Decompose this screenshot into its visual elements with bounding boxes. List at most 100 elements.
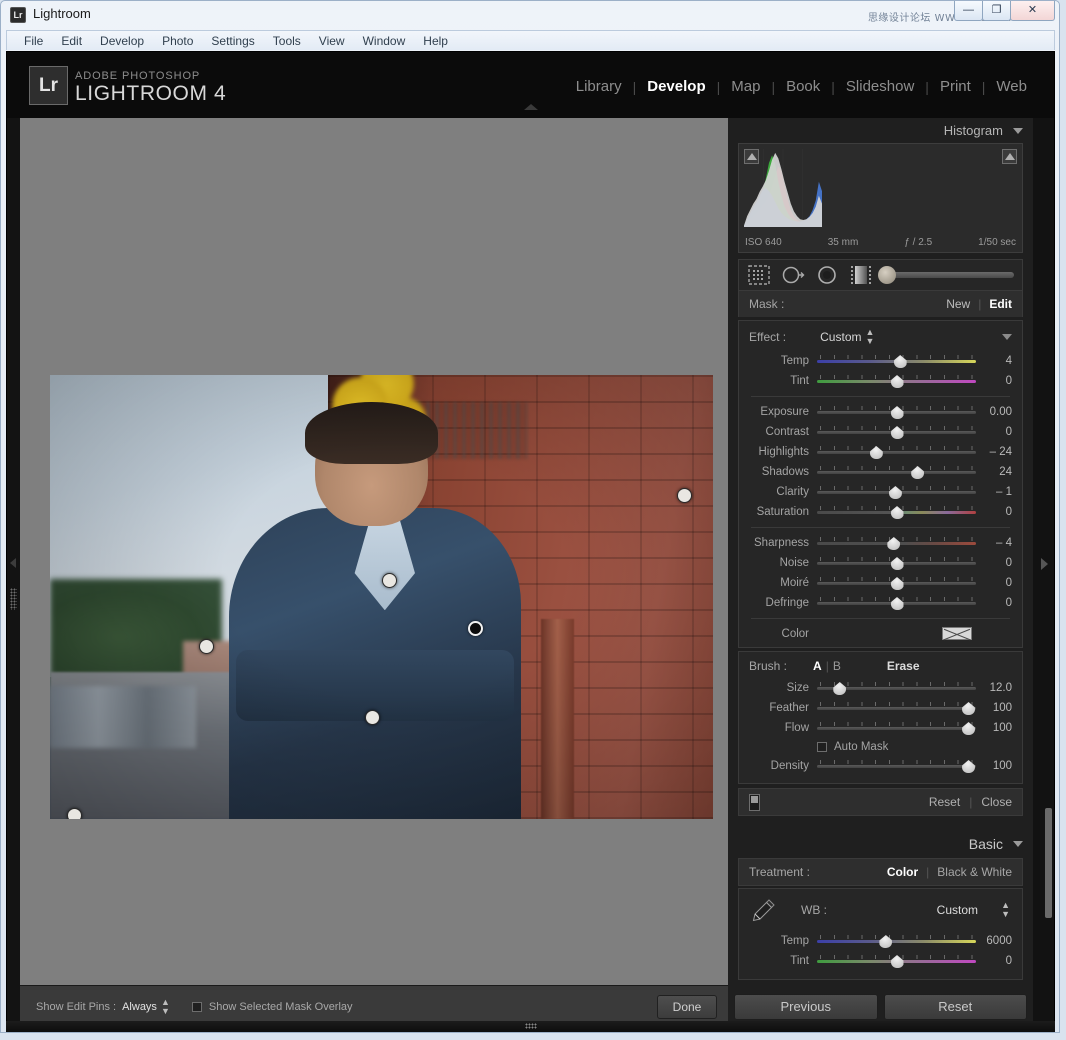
module-book[interactable]: Book <box>775 78 831 95</box>
menu-view[interactable]: View <box>310 33 354 49</box>
highlight-clipping-indicator-icon[interactable] <box>1002 149 1017 164</box>
module-map[interactable]: Map <box>720 78 771 95</box>
effect-shadows-value[interactable]: 24 <box>976 466 1016 478</box>
edit-pin-5[interactable] <box>677 488 692 503</box>
effect-color-swatch[interactable] <box>942 627 972 640</box>
effect-sharpness-track[interactable] <box>817 536 976 550</box>
brush-size-track[interactable] <box>817 681 976 695</box>
histogram-panel-header[interactable]: Histogram <box>728 118 1033 143</box>
module-slideshow[interactable]: Slideshow <box>835 78 925 95</box>
effect-shadows-track[interactable] <box>817 465 976 479</box>
brush-erase-button[interactable]: Erase <box>887 659 920 673</box>
previous-button[interactable]: Previous <box>734 994 878 1020</box>
brush-b-button[interactable]: B <box>833 659 841 673</box>
brush-density-value[interactable]: 100 <box>976 760 1016 772</box>
brush-feather-track[interactable] <box>817 701 976 715</box>
maximize-button[interactable]: ❐ <box>982 1 1011 21</box>
effect-clarity-value[interactable]: – 1 <box>976 486 1016 498</box>
effect-noise-value[interactable]: 0 <box>976 557 1016 569</box>
white-balance-selector-icon[interactable] <box>749 895 779 925</box>
brush-size-value[interactable]: 12.0 <box>976 682 1016 694</box>
graduated-filter-icon[interactable] <box>849 264 873 286</box>
chevron-down-icon[interactable] <box>1013 841 1023 847</box>
effect-exposure-value[interactable]: 0.00 <box>976 406 1016 418</box>
close-button[interactable]: ✕ <box>1010 1 1055 21</box>
effect-temp-value[interactable]: 4 <box>976 355 1016 367</box>
chevron-updown-icon[interactable]: ▲▼ <box>865 328 874 346</box>
photo-preview[interactable] <box>50 375 713 819</box>
menu-develop[interactable]: Develop <box>91 33 153 49</box>
panel-switch-toggle[interactable] <box>749 794 760 811</box>
effect-saturation-value[interactable]: 0 <box>976 506 1016 518</box>
effect-highlights-value[interactable]: – 24 <box>976 446 1016 458</box>
effect-contrast-track[interactable] <box>817 425 976 439</box>
menu-settings[interactable]: Settings <box>202 33 263 49</box>
module-develop[interactable]: Develop <box>636 78 716 95</box>
crop-overlay-icon[interactable] <box>747 264 771 286</box>
top-panel-collapse-arrow-icon[interactable] <box>524 104 538 110</box>
effect-defringe-value[interactable]: 0 <box>976 597 1016 609</box>
effect-moir-track[interactable] <box>817 576 976 590</box>
effect-temp-track[interactable] <box>817 354 976 368</box>
mask-edit-button[interactable]: Edit <box>989 297 1012 311</box>
menu-edit[interactable]: Edit <box>52 33 91 49</box>
brush-flow-track[interactable] <box>817 721 976 735</box>
wb-value[interactable]: Custom <box>937 903 978 917</box>
menu-window[interactable]: Window <box>354 33 415 49</box>
mask-new-button[interactable]: New <box>946 297 970 311</box>
basic-temp-value[interactable]: 6000 <box>976 935 1016 947</box>
effect-collapse-caret-icon[interactable] <box>1002 334 1012 340</box>
effect-defringe-track[interactable] <box>817 596 976 610</box>
panel-reset-button[interactable]: Reset <box>929 795 960 809</box>
effect-tint-value[interactable]: 0 <box>976 375 1016 387</box>
done-button[interactable]: Done <box>657 995 717 1019</box>
minimize-button[interactable]: — <box>954 1 983 21</box>
brush-flow-value[interactable]: 100 <box>976 722 1016 734</box>
basic-temp-track[interactable] <box>817 934 976 948</box>
edit-pin-6[interactable] <box>67 808 82 819</box>
mask-overlay-checkbox[interactable] <box>192 1002 202 1012</box>
panel-close-button[interactable]: Close <box>981 795 1012 809</box>
chevron-right-icon[interactable] <box>1041 558 1048 570</box>
red-eye-correction-icon[interactable] <box>815 264 839 286</box>
effect-saturation-track[interactable] <box>817 505 976 519</box>
brush-density-track[interactable] <box>817 759 976 773</box>
effect-contrast-value[interactable]: 0 <box>976 426 1016 438</box>
effect-clarity-track[interactable] <box>817 485 976 499</box>
spot-removal-icon[interactable] <box>781 264 805 286</box>
chevron-down-icon[interactable] <box>1013 128 1023 134</box>
effect-noise-track[interactable] <box>817 556 976 570</box>
effect-highlights-track[interactable] <box>817 445 976 459</box>
menu-photo[interactable]: Photo <box>153 33 202 49</box>
resize-grip-icon[interactable] <box>525 1023 537 1029</box>
chevron-updown-icon[interactable]: ▲▼ <box>161 998 170 1016</box>
effect-tint-track[interactable] <box>817 374 976 388</box>
menu-help[interactable]: Help <box>414 33 457 49</box>
brush-a-button[interactable]: A <box>813 659 822 673</box>
reset-button[interactable]: Reset <box>884 994 1028 1020</box>
histogram-panel[interactable]: ISO 640 35 mm ƒ / 2.5 1/50 sec <box>738 143 1023 253</box>
effect-sharpness-value[interactable]: – 4 <box>976 537 1016 549</box>
brush-feather-value[interactable]: 100 <box>976 702 1016 714</box>
treatment-color-button[interactable]: Color <box>887 865 918 879</box>
edit-pin-2[interactable] <box>382 573 397 588</box>
module-print[interactable]: Print <box>929 78 982 95</box>
chevron-updown-icon[interactable]: ▲▼ <box>1001 901 1010 919</box>
histogram-graph[interactable] <box>744 149 822 227</box>
module-web[interactable]: Web <box>985 78 1038 95</box>
left-panel-collapse-strip[interactable] <box>7 118 20 1028</box>
auto-mask-checkbox[interactable] <box>817 742 827 752</box>
chevron-left-icon[interactable] <box>10 558 16 568</box>
effect-preset-value[interactable]: Custom <box>820 330 861 344</box>
basic-panel-header[interactable]: Basic <box>728 830 1033 858</box>
effect-moir-value[interactable]: 0 <box>976 577 1016 589</box>
show-edit-pins-value[interactable]: Always <box>122 1001 157 1013</box>
right-panel-scrollbar[interactable] <box>1045 808 1052 918</box>
effect-exposure-track[interactable] <box>817 405 976 419</box>
basic-tint-track[interactable] <box>817 954 976 968</box>
module-library[interactable]: Library <box>565 78 633 95</box>
menu-tools[interactable]: Tools <box>264 33 310 49</box>
basic-tint-value[interactable]: 0 <box>976 955 1016 967</box>
treatment-bw-button[interactable]: Black & White <box>937 865 1012 879</box>
adjustment-brush-icon[interactable] <box>887 272 1014 278</box>
